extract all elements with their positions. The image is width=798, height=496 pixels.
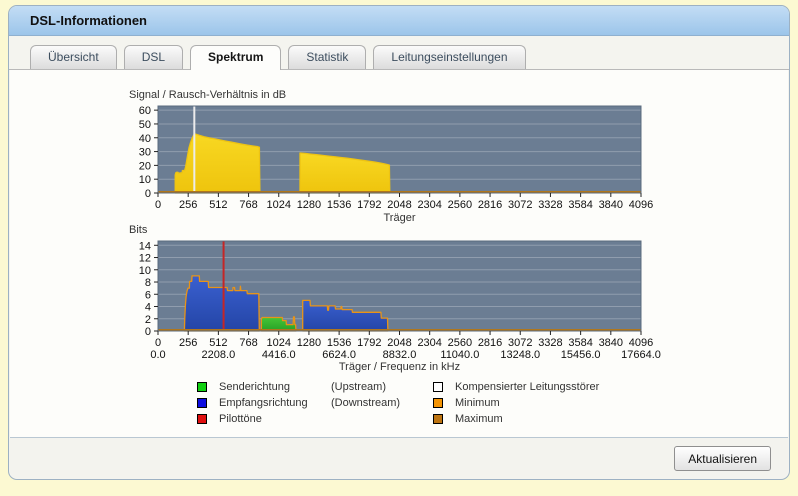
svg-text:50: 50 [139, 119, 151, 131]
legend-row: Pilottöne Maximum [197, 412, 627, 428]
legend-row: Senderichtung (Upstream) Kompensierter L… [197, 380, 627, 396]
svg-text:14: 14 [139, 240, 151, 252]
svg-text:2816: 2816 [478, 199, 502, 211]
svg-text:12: 12 [139, 253, 151, 265]
svg-text:4416.0: 4416.0 [262, 349, 296, 361]
svg-text:40: 40 [139, 133, 151, 145]
svg-text:3840: 3840 [599, 337, 623, 349]
downstream-swatch-icon [197, 398, 207, 408]
bits-chart-title: Bits [129, 224, 148, 236]
spektrum-tab-content: Signal / Rausch-Verhältnis in dB 0 10 20 30… [10, 70, 788, 438]
footer-bar: Aktualisieren [10, 437, 788, 478]
svg-text:0: 0 [145, 326, 151, 338]
svg-text:1280: 1280 [297, 337, 321, 349]
svg-text:768: 768 [239, 199, 257, 211]
svg-text:2816: 2816 [478, 337, 502, 349]
tab-leitungseinstellungen[interactable]: Leitungseinstellungen [373, 45, 526, 69]
panel-title: DSL-Informationen [9, 6, 789, 36]
tab-spektrum[interactable]: Spektrum [190, 45, 282, 70]
svg-text:2304: 2304 [417, 337, 441, 349]
svg-text:4: 4 [145, 302, 151, 314]
maximum-swatch-icon [433, 414, 443, 424]
svg-text:256: 256 [179, 337, 197, 349]
legend-label-minimum: Minimum [455, 397, 500, 409]
svg-text:1536: 1536 [327, 199, 351, 211]
svg-text:20: 20 [139, 160, 151, 172]
tab-dsl[interactable]: DSL [123, 45, 184, 69]
svg-text:15456.0: 15456.0 [561, 349, 601, 361]
svg-text:1280: 1280 [297, 199, 321, 211]
svg-text:8: 8 [145, 277, 151, 289]
dsl-informationen-panel: DSL-Informationen Übersicht DSL Spektrum… [8, 5, 790, 480]
svg-text:2560: 2560 [448, 337, 472, 349]
svg-text:256: 256 [179, 199, 197, 211]
snr-chart-plot: 0 10 20 30 40 50 60 0 256 512 768 1024 1280 1536 1792 2… [116, 103, 661, 228]
legend-label-maximum: Maximum [455, 413, 503, 425]
legend-label-kompensierter-leitungsstoerer: Kompensierter Leitungsstörer [455, 381, 600, 393]
svg-text:0.0: 0.0 [150, 349, 165, 361]
svg-text:10: 10 [139, 265, 151, 277]
svg-text:0: 0 [155, 337, 161, 349]
bits-chart: Bits 0 2 4 6 8 10 12 14 0 256 512 768 1024 1280 1536 17… [116, 224, 661, 378]
svg-text:1792: 1792 [357, 337, 381, 349]
snr-chart-title: Signal / Rausch-Verhältnis in dB [129, 89, 287, 101]
svg-text:13248.0: 13248.0 [500, 349, 540, 361]
svg-text:30: 30 [139, 147, 151, 159]
svg-text:3072: 3072 [508, 199, 532, 211]
svg-text:2048: 2048 [387, 337, 411, 349]
svg-text:11040.0: 11040.0 [440, 349, 479, 361]
svg-text:0: 0 [155, 199, 161, 211]
svg-text:3328: 3328 [538, 337, 562, 349]
svg-text:3072: 3072 [508, 337, 532, 349]
legend-sub-upstream: (Upstream) [331, 381, 387, 393]
legend-sub-downstream: (Downstream) [331, 397, 401, 409]
tab-uebersicht[interactable]: Übersicht [30, 45, 117, 69]
svg-text:3840: 3840 [599, 199, 623, 211]
svg-text:2: 2 [145, 314, 151, 326]
svg-text:512: 512 [209, 199, 227, 211]
svg-text:768: 768 [239, 337, 257, 349]
svg-text:0: 0 [145, 188, 151, 200]
snr-chart: Signal / Rausch-Verhältnis in dB 0 10 20 30… [116, 89, 661, 228]
legend: Senderichtung (Upstream) Kompensierter L… [197, 380, 627, 428]
svg-text:3584: 3584 [568, 337, 592, 349]
svg-text:60: 60 [139, 105, 151, 117]
svg-text:512: 512 [209, 337, 227, 349]
pilottoene-swatch-icon [197, 414, 207, 424]
tab-statistik[interactable]: Statistik [288, 45, 367, 69]
svg-text:1536: 1536 [327, 337, 351, 349]
svg-text:10: 10 [139, 174, 151, 186]
svg-text:17664.0: 17664.0 [621, 349, 661, 361]
legend-row: Empfangsrichtung (Downstream) Minimum [197, 396, 627, 412]
legend-label-empfangsrichtung: Empfangsrichtung [219, 397, 308, 409]
svg-text:6: 6 [145, 289, 151, 301]
svg-text:3328: 3328 [538, 199, 562, 211]
kompensierter-leitungsstoerer-swatch-icon [433, 382, 443, 392]
svg-text:6624.0: 6624.0 [322, 349, 356, 361]
upstream-swatch-icon [197, 382, 207, 392]
tab-bar: Übersicht DSL Spektrum Statistik Leitung… [9, 45, 789, 70]
svg-text:2208.0: 2208.0 [202, 349, 236, 361]
minimum-swatch-icon [433, 398, 443, 408]
svg-text:1024: 1024 [267, 199, 291, 211]
svg-text:1792: 1792 [357, 199, 381, 211]
svg-text:4096: 4096 [629, 199, 653, 211]
svg-text:2304: 2304 [417, 199, 441, 211]
svg-text:Träger: Träger [384, 212, 416, 224]
svg-text:1024: 1024 [267, 337, 291, 349]
svg-text:Träger / Frequenz in kHz: Träger / Frequenz in kHz [339, 361, 460, 373]
aktualisieren-button[interactable]: Aktualisieren [674, 446, 771, 471]
svg-text:8832.0: 8832.0 [383, 349, 417, 361]
svg-text:2560: 2560 [448, 199, 472, 211]
svg-text:3584: 3584 [568, 199, 592, 211]
legend-label-senderichtung: Senderichtung [219, 381, 290, 393]
svg-text:2048: 2048 [387, 199, 411, 211]
bits-chart-plot: 0 2 4 6 8 10 12 14 0 256 512 768 1024 1280 1536 1792 204… [116, 238, 661, 378]
legend-label-pilottoene: Pilottöne [219, 413, 262, 425]
svg-text:4096: 4096 [629, 337, 653, 349]
